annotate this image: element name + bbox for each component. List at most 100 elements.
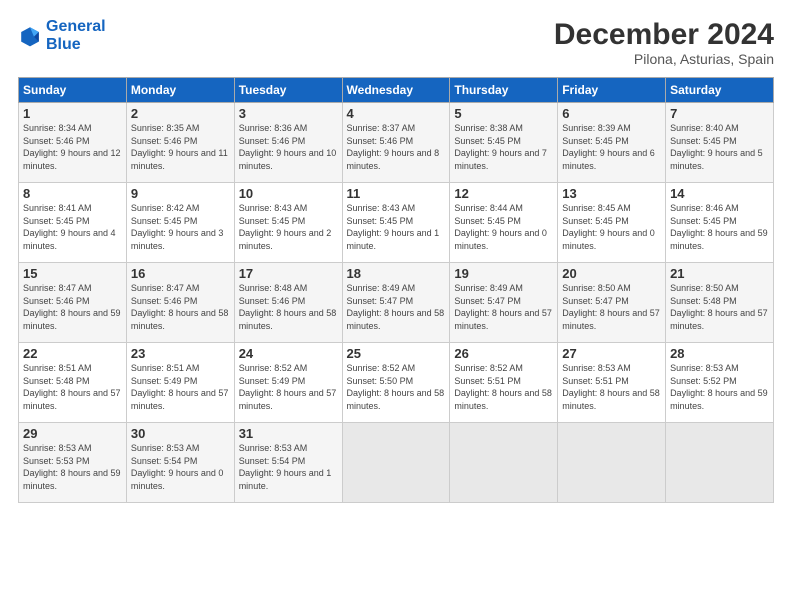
cell-info: Sunrise: 8:53 AMSunset: 5:53 PMDaylight:… [23, 442, 122, 492]
day-number: 21 [670, 266, 769, 281]
day-number: 5 [454, 106, 553, 121]
day-number: 1 [23, 106, 122, 121]
calendar-cell: 19 Sunrise: 8:49 AMSunset: 5:47 PMDaylig… [450, 263, 558, 343]
day-number: 27 [562, 346, 661, 361]
calendar-cell: 13 Sunrise: 8:45 AMSunset: 5:45 PMDaylig… [558, 183, 666, 263]
calendar-cell: 11 Sunrise: 8:43 AMSunset: 5:45 PMDaylig… [342, 183, 450, 263]
calendar-cell: 22 Sunrise: 8:51 AMSunset: 5:48 PMDaylig… [19, 343, 127, 423]
day-number: 2 [131, 106, 230, 121]
cell-info: Sunrise: 8:53 AMSunset: 5:54 PMDaylight:… [239, 442, 338, 492]
calendar-cell: 23 Sunrise: 8:51 AMSunset: 5:49 PMDaylig… [126, 343, 234, 423]
calendar-cell: 28 Sunrise: 8:53 AMSunset: 5:52 PMDaylig… [666, 343, 774, 423]
day-number: 9 [131, 186, 230, 201]
week-row-4: 22 Sunrise: 8:51 AMSunset: 5:48 PMDaylig… [19, 343, 774, 423]
day-number: 15 [23, 266, 122, 281]
day-number: 3 [239, 106, 338, 121]
calendar-cell: 27 Sunrise: 8:53 AMSunset: 5:51 PMDaylig… [558, 343, 666, 423]
cell-info: Sunrise: 8:43 AMSunset: 5:45 PMDaylight:… [239, 202, 338, 252]
calendar-cell: 2 Sunrise: 8:35 AMSunset: 5:46 PMDayligh… [126, 103, 234, 183]
logo-text: General Blue [46, 18, 106, 53]
day-number: 22 [23, 346, 122, 361]
cell-info: Sunrise: 8:44 AMSunset: 5:45 PMDaylight:… [454, 202, 553, 252]
month-title: December 2024 [554, 18, 774, 51]
calendar-cell: 4 Sunrise: 8:37 AMSunset: 5:46 PMDayligh… [342, 103, 450, 183]
day-number: 18 [347, 266, 446, 281]
calendar-cell [558, 423, 666, 503]
cell-info: Sunrise: 8:53 AMSunset: 5:51 PMDaylight:… [562, 362, 661, 412]
header-row: Sunday Monday Tuesday Wednesday Thursday… [19, 78, 774, 103]
col-wednesday: Wednesday [342, 78, 450, 103]
day-number: 14 [670, 186, 769, 201]
calendar-cell: 18 Sunrise: 8:49 AMSunset: 5:47 PMDaylig… [342, 263, 450, 343]
logo-icon [18, 24, 42, 48]
calendar-cell [342, 423, 450, 503]
title-block: December 2024 Pilona, Asturias, Spain [554, 18, 774, 67]
calendar-cell: 25 Sunrise: 8:52 AMSunset: 5:50 PMDaylig… [342, 343, 450, 423]
day-number: 12 [454, 186, 553, 201]
cell-info: Sunrise: 8:49 AMSunset: 5:47 PMDaylight:… [454, 282, 553, 332]
col-saturday: Saturday [666, 78, 774, 103]
calendar-cell: 21 Sunrise: 8:50 AMSunset: 5:48 PMDaylig… [666, 263, 774, 343]
cell-info: Sunrise: 8:39 AMSunset: 5:45 PMDaylight:… [562, 122, 661, 172]
week-row-3: 15 Sunrise: 8:47 AMSunset: 5:46 PMDaylig… [19, 263, 774, 343]
day-number: 19 [454, 266, 553, 281]
col-monday: Monday [126, 78, 234, 103]
day-number: 13 [562, 186, 661, 201]
day-number: 4 [347, 106, 446, 121]
cell-info: Sunrise: 8:43 AMSunset: 5:45 PMDaylight:… [347, 202, 446, 252]
day-number: 20 [562, 266, 661, 281]
cell-info: Sunrise: 8:52 AMSunset: 5:50 PMDaylight:… [347, 362, 446, 412]
calendar-cell [666, 423, 774, 503]
cell-info: Sunrise: 8:34 AMSunset: 5:46 PMDaylight:… [23, 122, 122, 172]
calendar-cell: 9 Sunrise: 8:42 AMSunset: 5:45 PMDayligh… [126, 183, 234, 263]
cell-info: Sunrise: 8:38 AMSunset: 5:45 PMDaylight:… [454, 122, 553, 172]
day-number: 26 [454, 346, 553, 361]
cell-info: Sunrise: 8:42 AMSunset: 5:45 PMDaylight:… [131, 202, 230, 252]
calendar-cell: 3 Sunrise: 8:36 AMSunset: 5:46 PMDayligh… [234, 103, 342, 183]
day-number: 23 [131, 346, 230, 361]
logo: General Blue [18, 18, 106, 53]
cell-info: Sunrise: 8:47 AMSunset: 5:46 PMDaylight:… [131, 282, 230, 332]
cell-info: Sunrise: 8:52 AMSunset: 5:51 PMDaylight:… [454, 362, 553, 412]
cell-info: Sunrise: 8:50 AMSunset: 5:48 PMDaylight:… [670, 282, 769, 332]
calendar-cell: 26 Sunrise: 8:52 AMSunset: 5:51 PMDaylig… [450, 343, 558, 423]
calendar-cell: 16 Sunrise: 8:47 AMSunset: 5:46 PMDaylig… [126, 263, 234, 343]
calendar-cell: 5 Sunrise: 8:38 AMSunset: 5:45 PMDayligh… [450, 103, 558, 183]
day-number: 8 [23, 186, 122, 201]
calendar-cell: 29 Sunrise: 8:53 AMSunset: 5:53 PMDaylig… [19, 423, 127, 503]
day-number: 7 [670, 106, 769, 121]
day-number: 24 [239, 346, 338, 361]
calendar-cell: 30 Sunrise: 8:53 AMSunset: 5:54 PMDaylig… [126, 423, 234, 503]
cell-info: Sunrise: 8:51 AMSunset: 5:48 PMDaylight:… [23, 362, 122, 412]
page: General Blue December 2024 Pilona, Astur… [0, 0, 792, 612]
calendar-cell: 6 Sunrise: 8:39 AMSunset: 5:45 PMDayligh… [558, 103, 666, 183]
calendar-cell: 20 Sunrise: 8:50 AMSunset: 5:47 PMDaylig… [558, 263, 666, 343]
day-number: 25 [347, 346, 446, 361]
cell-info: Sunrise: 8:49 AMSunset: 5:47 PMDaylight:… [347, 282, 446, 332]
day-number: 11 [347, 186, 446, 201]
cell-info: Sunrise: 8:35 AMSunset: 5:46 PMDaylight:… [131, 122, 230, 172]
calendar-cell: 12 Sunrise: 8:44 AMSunset: 5:45 PMDaylig… [450, 183, 558, 263]
cell-info: Sunrise: 8:46 AMSunset: 5:45 PMDaylight:… [670, 202, 769, 252]
col-sunday: Sunday [19, 78, 127, 103]
cell-info: Sunrise: 8:48 AMSunset: 5:46 PMDaylight:… [239, 282, 338, 332]
cell-info: Sunrise: 8:41 AMSunset: 5:45 PMDaylight:… [23, 202, 122, 252]
calendar-cell: 10 Sunrise: 8:43 AMSunset: 5:45 PMDaylig… [234, 183, 342, 263]
cell-info: Sunrise: 8:53 AMSunset: 5:52 PMDaylight:… [670, 362, 769, 412]
day-number: 17 [239, 266, 338, 281]
day-number: 10 [239, 186, 338, 201]
day-number: 28 [670, 346, 769, 361]
day-number: 16 [131, 266, 230, 281]
location: Pilona, Asturias, Spain [554, 51, 774, 67]
calendar-cell: 17 Sunrise: 8:48 AMSunset: 5:46 PMDaylig… [234, 263, 342, 343]
calendar-cell: 1 Sunrise: 8:34 AMSunset: 5:46 PMDayligh… [19, 103, 127, 183]
day-number: 31 [239, 426, 338, 441]
calendar-cell: 14 Sunrise: 8:46 AMSunset: 5:45 PMDaylig… [666, 183, 774, 263]
week-row-1: 1 Sunrise: 8:34 AMSunset: 5:46 PMDayligh… [19, 103, 774, 183]
week-row-5: 29 Sunrise: 8:53 AMSunset: 5:53 PMDaylig… [19, 423, 774, 503]
calendar-cell: 31 Sunrise: 8:53 AMSunset: 5:54 PMDaylig… [234, 423, 342, 503]
header: General Blue December 2024 Pilona, Astur… [18, 18, 774, 67]
cell-info: Sunrise: 8:36 AMSunset: 5:46 PMDaylight:… [239, 122, 338, 172]
cell-info: Sunrise: 8:40 AMSunset: 5:45 PMDaylight:… [670, 122, 769, 172]
cell-info: Sunrise: 8:52 AMSunset: 5:49 PMDaylight:… [239, 362, 338, 412]
